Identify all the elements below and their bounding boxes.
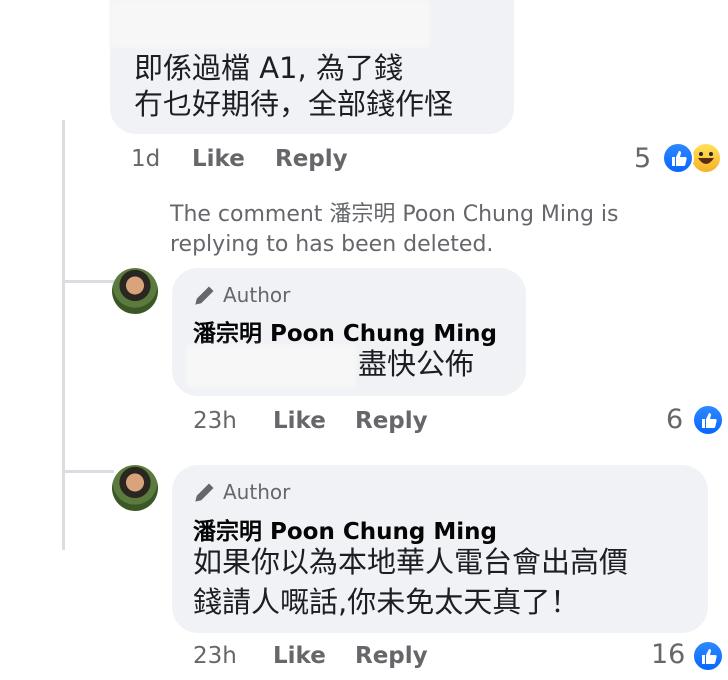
like-icon — [692, 640, 724, 672]
reaction-count[interactable]: 6 — [666, 404, 683, 435]
avatar[interactable] — [112, 268, 158, 314]
author-name[interactable]: 潘宗明 Poon Chung Ming — [193, 512, 497, 546]
deleted-notice-line: The comment 潘宗明 Poon Chung Ming is — [170, 202, 619, 227]
reply-button[interactable]: Reply — [355, 408, 428, 434]
reaction-count[interactable]: 5 — [634, 143, 651, 174]
like-button[interactable]: Like — [273, 408, 326, 434]
comment-time[interactable]: 1d — [131, 146, 160, 172]
deleted-notice-line: replying to has been deleted. — [170, 232, 494, 257]
author-badge-label: Author — [223, 480, 291, 504]
author-badge-label: Author — [223, 283, 291, 307]
deleted-notice: The comment 潘宗明 Poon Chung Ming is reply… — [170, 200, 618, 260]
author-name[interactable]: 潘宗明 Poon Chung Ming — [193, 314, 497, 348]
reply-text: 盡快公佈 — [358, 347, 475, 381]
like-button[interactable]: Like — [192, 146, 245, 172]
reply-text: 錢請人嘅話,你未免太天真了！ — [193, 585, 580, 619]
pencil-icon — [195, 286, 214, 305]
thread-line — [62, 120, 65, 550]
reply-text: 如果你以為本地華人電台會出高價 — [193, 545, 629, 579]
thread-connector — [62, 280, 114, 283]
author-badge: Author — [193, 283, 290, 307]
author-badge: Author — [193, 480, 290, 504]
haha-icon — [690, 142, 722, 174]
comment-text: 即係過檔 A1, 為了錢 — [134, 51, 403, 85]
comment-text: 冇乜好期待，全部錢作怪 — [134, 87, 454, 121]
reply-time[interactable]: 23h — [193, 643, 237, 669]
redacted-area — [186, 345, 356, 387]
avatar[interactable] — [112, 465, 158, 511]
reply-time[interactable]: 23h — [193, 408, 237, 434]
reaction-count[interactable]: 16 — [651, 639, 685, 670]
pencil-icon — [195, 483, 214, 502]
redacted-area — [110, 0, 430, 48]
reply-button[interactable]: Reply — [275, 146, 348, 172]
like-icon — [692, 404, 724, 436]
thread-connector — [62, 470, 114, 473]
reply-button[interactable]: Reply — [355, 643, 428, 669]
like-icon — [662, 142, 694, 174]
like-button[interactable]: Like — [273, 643, 326, 669]
